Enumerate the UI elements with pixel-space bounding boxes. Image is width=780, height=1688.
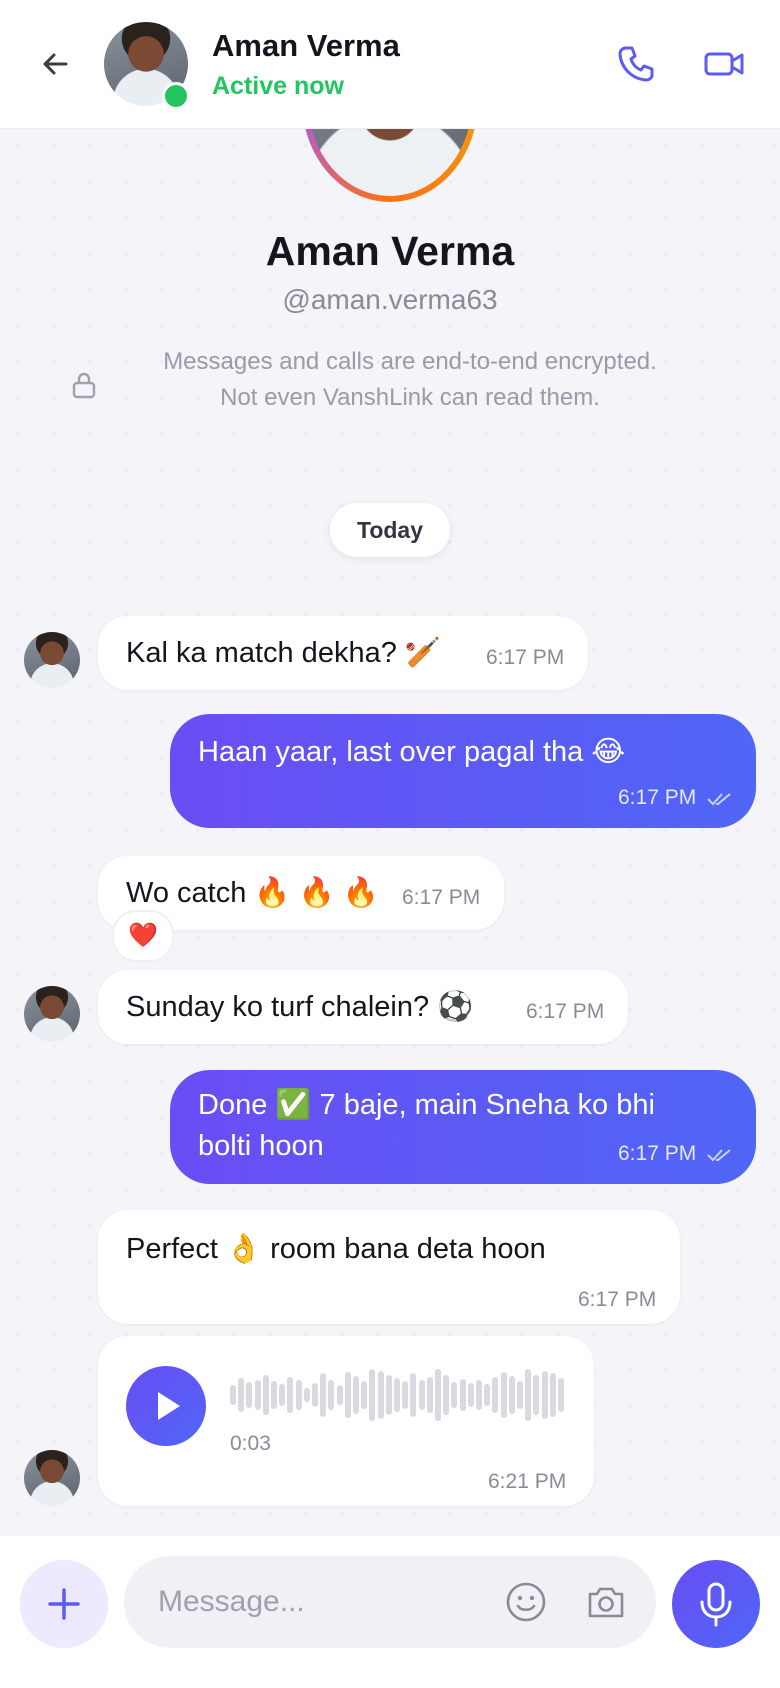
message-text-line2: bolti hoon (198, 1130, 324, 1162)
message-text: Wo catch 🔥 🔥 🔥 (126, 877, 379, 909)
waveform-bar (336, 1385, 343, 1405)
waveform-bar (295, 1380, 302, 1410)
waveform-bar (287, 1377, 294, 1413)
waveform-bar (558, 1378, 564, 1412)
chat-header: Aman Verma Active now (0, 0, 780, 129)
encryption-notice-line1: Messages and calls are end-to-end encryp… (163, 348, 657, 375)
message-time: 6:17 PM (578, 1288, 657, 1311)
encryption-notice-line2: Not even VanshLink can read them. (220, 384, 600, 411)
voice-message-bubble[interactable]: 0:03 6:21 PM (98, 1336, 594, 1506)
waveform-bar (476, 1380, 482, 1410)
contact-avatar[interactable] (24, 632, 80, 688)
plus-button[interactable] (20, 1560, 108, 1648)
read-receipt-icon (707, 1149, 731, 1162)
waveform-bar (279, 1384, 286, 1406)
waveform-bar (410, 1373, 417, 1417)
voice-waveform[interactable] (230, 1368, 566, 1422)
composer-bar (0, 1536, 780, 1688)
waveform-bar (303, 1388, 310, 1402)
waveform-bar (262, 1375, 269, 1415)
message-text: Perfect 👌 room bana deta hoon (126, 1233, 546, 1265)
waveform-bar (238, 1378, 245, 1412)
contact-name[interactable]: Aman Verma (212, 28, 400, 64)
waveform-bar (385, 1375, 392, 1415)
waveform-bar (369, 1369, 376, 1421)
message-input[interactable] (124, 1556, 656, 1648)
contact-status: Active now (212, 72, 344, 100)
waveform-bar (394, 1378, 400, 1412)
message-text-line1: Done ✅ 7 baje, main Sneha ko bhi (198, 1089, 655, 1121)
waveform-bar (484, 1384, 491, 1406)
camera-icon[interactable] (584, 1580, 628, 1624)
online-indicator (162, 82, 190, 110)
waveform-bar (525, 1369, 532, 1421)
waveform-bar (377, 1371, 384, 1419)
chat-background (0, 128, 780, 1536)
waveform-bar (443, 1375, 450, 1415)
waveform-bar (549, 1373, 556, 1417)
message-time: 6:17 PM (402, 886, 481, 909)
waveform-bar (500, 1372, 507, 1418)
waveform-bar (517, 1381, 523, 1409)
message-text: Kal ka match dekha? 🏏 (126, 637, 441, 669)
read-receipt-icon (707, 793, 731, 806)
waveform-bar (344, 1372, 351, 1418)
message-time: 6:17 PM (486, 646, 565, 669)
message-bubble-incoming[interactable]: Sunday ko turf chalein? ⚽ 6:17 PM (98, 970, 628, 1044)
waveform-bar (361, 1381, 368, 1409)
date-divider: Today (330, 503, 450, 557)
waveform-bar (467, 1383, 474, 1407)
contact-avatar[interactable] (24, 1450, 80, 1506)
waveform-bar (320, 1373, 327, 1417)
message-time: 6:17 PM (618, 1142, 697, 1165)
message-time: 6:17 PM (526, 1000, 605, 1023)
play-button[interactable] (126, 1366, 206, 1446)
message-time: 6:17 PM (618, 786, 697, 809)
waveform-bar (230, 1385, 236, 1405)
video-camera-icon[interactable] (700, 40, 748, 88)
play-icon (158, 1392, 180, 1420)
message-time: 6:21 PM (488, 1470, 567, 1493)
waveform-bar (451, 1382, 458, 1408)
message-bubble-outgoing[interactable]: Done ✅ 7 baje, main Sneha ko bhi bolti h… (170, 1070, 756, 1184)
waveform-bar (402, 1381, 409, 1409)
waveform-bar (435, 1369, 441, 1421)
emoji-icon[interactable] (504, 1580, 548, 1624)
waveform-bar (492, 1377, 499, 1413)
plus-icon (48, 1588, 80, 1620)
message-bubble-incoming[interactable]: Perfect 👌 room bana deta hoon 6:17 PM (98, 1210, 680, 1324)
message-text: Haan yaar, last over pagal tha 😂 (198, 736, 626, 768)
microphone-button[interactable] (672, 1560, 760, 1648)
waveform-bar (328, 1380, 335, 1410)
waveform-bar (312, 1383, 318, 1407)
waveform-bar (418, 1380, 425, 1410)
message-text: Sunday ko turf chalein? ⚽ (126, 991, 474, 1023)
back-arrow-icon[interactable] (36, 44, 76, 84)
profile-handle: @aman.verma63 (282, 284, 498, 315)
waveform-bar (533, 1375, 540, 1415)
voice-duration: 0:03 (230, 1432, 271, 1455)
contact-avatar[interactable] (24, 986, 80, 1042)
message-bubble-incoming[interactable]: Kal ka match dekha? 🏏 6:17 PM (98, 616, 588, 690)
profile-name: Aman Verma (265, 228, 515, 274)
message-bubble-outgoing[interactable]: Haan yaar, last over pagal tha 😂 6:17 PM (170, 714, 756, 828)
waveform-bar (459, 1379, 466, 1411)
heart-reaction[interactable]: ❤️ (112, 910, 174, 962)
waveform-bar (508, 1376, 515, 1414)
waveform-bar (426, 1377, 433, 1413)
microphone-icon (700, 1582, 732, 1627)
waveform-bar (254, 1380, 261, 1410)
waveform-bar (246, 1382, 253, 1408)
waveform-bar (541, 1371, 548, 1419)
waveform-bar (353, 1376, 359, 1414)
phone-icon[interactable] (612, 40, 660, 88)
waveform-bar (271, 1381, 277, 1409)
lock-icon (72, 372, 96, 399)
